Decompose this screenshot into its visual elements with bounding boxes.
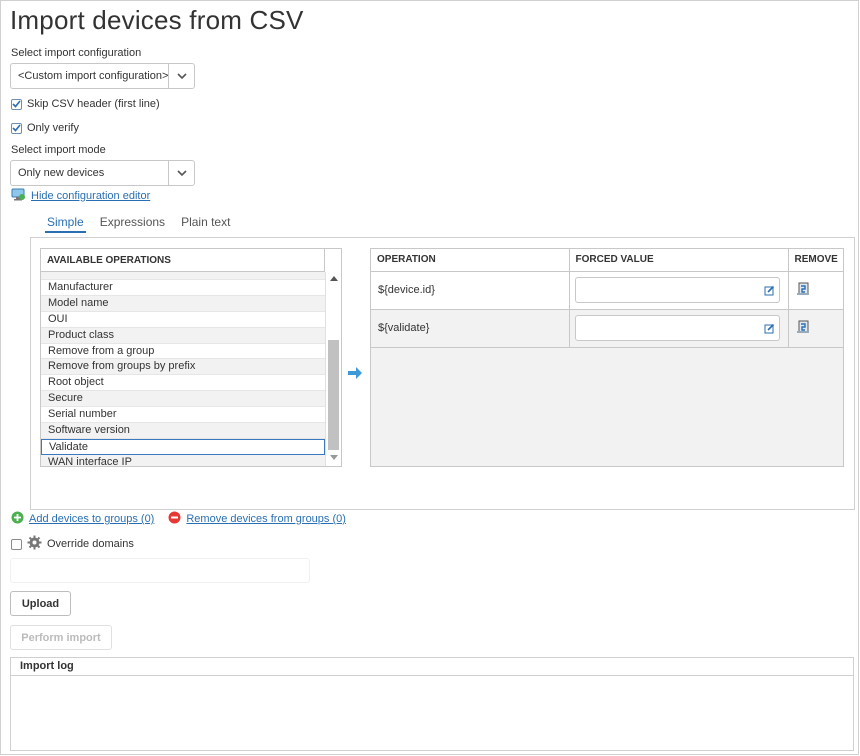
import-log-title: Import log <box>11 658 853 676</box>
operation-cell: ${device.id} <box>371 271 570 310</box>
available-operations-header: AVAILABLE OPERATIONS <box>41 249 325 272</box>
operations-table: OPERATION FORCED VALUE REMOVE ${device.i… <box>370 248 844 467</box>
skip-header-label: Skip CSV header (first line) <box>27 98 160 110</box>
config-label: Select import configuration <box>11 47 142 59</box>
list-item-selected[interactable]: Validate <box>41 438 325 455</box>
list-item[interactable]: Root object <box>41 375 325 392</box>
forced-value-input[interactable] <box>574 315 780 341</box>
remove-cell <box>788 271 843 310</box>
list-item[interactable]: Remove from groups by prefix <box>41 359 325 376</box>
tab-simple[interactable]: Simple <box>45 215 86 233</box>
override-domains-checkbox[interactable] <box>11 538 22 550</box>
add-to-groups-link[interactable]: Add devices to groups (0) <box>29 513 154 525</box>
only-verify-label: Only verify <box>27 122 79 134</box>
override-domains-label: Override domains <box>47 538 134 550</box>
only-verify-checkbox[interactable] <box>11 122 22 134</box>
table-row: ${validate} <box>371 309 843 348</box>
available-operations-list[interactable]: AVAILABLE OPERATIONS Manufacturer Model … <box>40 248 342 467</box>
remove-circle-icon <box>168 511 181 527</box>
gear-icon <box>27 535 42 553</box>
forced-value-cell <box>569 271 789 310</box>
import-log-panel: Import log <box>10 657 854 751</box>
list-item[interactable]: Serial number <box>41 407 325 424</box>
column-header-forced-value: FORCED VALUE <box>569 249 789 272</box>
perform-import-button[interactable]: Perform import <box>10 625 112 650</box>
hide-editor-row[interactable]: Hide configuration editor <box>11 187 150 205</box>
group-actions: Add devices to groups (0) Remove devices… <box>11 511 346 527</box>
mode-select-value: Only new devices <box>18 167 105 179</box>
editor-tabs: Simple Expressions Plain text <box>45 215 232 233</box>
only-verify-option[interactable]: Only verify <box>11 122 79 134</box>
list-item[interactable]: Software version <box>41 423 325 439</box>
scroll-thumb[interactable] <box>328 340 339 450</box>
edit-icon[interactable] <box>764 323 775 337</box>
available-operations-items: Manufacturer Model name OUI Product clas… <box>41 272 325 466</box>
chevron-down-icon[interactable] <box>168 161 194 185</box>
scroll-up-icon[interactable] <box>330 276 338 281</box>
column-header-remove: REMOVE <box>788 249 843 272</box>
config-select[interactable]: <Custom import configuration> <box>10 63 195 89</box>
domains-input[interactable] <box>10 558 310 583</box>
scroll-down-icon[interactable] <box>330 455 338 460</box>
config-editor-icon <box>11 187 26 205</box>
skip-header-checkbox[interactable] <box>11 98 22 110</box>
list-item[interactable]: WAN interface IP <box>41 454 325 466</box>
arrow-right-icon[interactable] <box>347 366 363 383</box>
list-item[interactable]: Manufacturer <box>41 280 325 296</box>
hide-editor-link[interactable]: Hide configuration editor <box>31 190 150 202</box>
mode-label: Select import mode <box>11 144 106 156</box>
list-item[interactable]: Secure <box>41 391 325 408</box>
tab-plain-text[interactable]: Plain text <box>179 215 232 233</box>
list-item[interactable]: OUI <box>41 311 325 328</box>
config-select-value: <Custom import configuration> <box>18 70 168 82</box>
page-title: Import devices from CSV <box>10 5 304 35</box>
chevron-down-icon[interactable] <box>168 64 194 88</box>
operation-cell: ${validate} <box>371 309 570 348</box>
override-domains-option[interactable]: Override domains <box>11 535 134 553</box>
list-item[interactable]: Remove from a group <box>41 343 325 360</box>
remove-cell <box>788 309 843 348</box>
list-scrollbar[interactable] <box>325 272 341 466</box>
skip-header-option[interactable]: Skip CSV header (first line) <box>11 98 160 110</box>
upload-button[interactable]: Upload <box>10 591 71 616</box>
delete-icon[interactable] <box>796 282 810 299</box>
mode-select[interactable]: Only new devices <box>10 160 195 186</box>
add-circle-icon <box>11 511 24 527</box>
edit-icon[interactable] <box>764 285 775 299</box>
forced-value-cell <box>569 309 789 348</box>
table-row: ${device.id} <box>371 271 843 310</box>
list-item[interactable]: Product class <box>41 327 325 344</box>
list-item[interactable] <box>41 272 325 280</box>
list-item[interactable]: Model name <box>41 295 325 312</box>
delete-icon[interactable] <box>796 320 810 337</box>
column-header-operation: OPERATION <box>371 249 570 272</box>
tab-expressions[interactable]: Expressions <box>98 215 167 233</box>
remove-from-groups-link[interactable]: Remove devices from groups (0) <box>186 513 346 525</box>
forced-value-input[interactable] <box>574 277 780 303</box>
